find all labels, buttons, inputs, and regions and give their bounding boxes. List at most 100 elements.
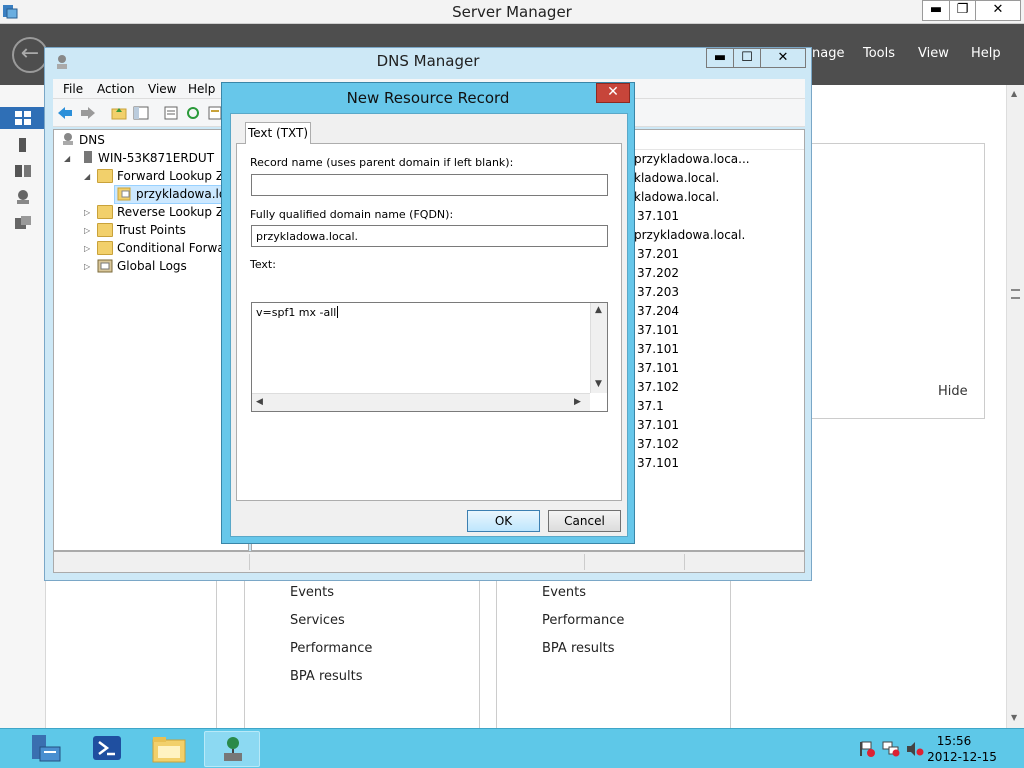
expand-arrow-icon[interactable]: ◢ — [84, 172, 90, 181]
record-value[interactable]: 37.101 — [637, 342, 679, 356]
scroll-up-arrow-icon[interactable]: ▲ — [595, 305, 602, 315]
menu-manage[interactable]: nage — [812, 46, 844, 61]
menu-help[interactable]: Help — [971, 46, 1001, 61]
statusbar-divider — [249, 554, 250, 570]
collapse-arrow-icon[interactable]: ▷ — [84, 208, 90, 217]
dialog-client: Text (TXT) Record name (uses parent doma… — [230, 113, 628, 537]
scroll-thumb[interactable] — [1011, 289, 1020, 299]
tree-item-conditional-forwarders[interactable]: Conditional Forward — [117, 241, 237, 255]
role-tile: Events Performance BPA results — [496, 580, 731, 728]
taskbar-dns-manager[interactable] — [204, 731, 260, 767]
menu-view[interactable]: View — [918, 46, 949, 61]
tile-bpa-link[interactable]: BPA results — [542, 641, 615, 656]
restore-button[interactable]: ❐ — [949, 0, 976, 21]
dns-minimize-button[interactable]: ▬ — [706, 48, 734, 68]
tab-text-txt[interactable]: Text (TXT) — [245, 122, 311, 144]
server-manager-titlebar: Server Manager ▬ ❐ ✕ — [0, 0, 1024, 24]
taskbar-server-manager[interactable] — [18, 731, 74, 767]
scroll-left-arrow-icon[interactable]: ◀ — [256, 397, 263, 407]
record-value[interactable]: przykladowa.loca... — [634, 152, 750, 166]
fqdn-input[interactable] — [251, 225, 608, 247]
cancel-button[interactable]: Cancel — [548, 510, 621, 532]
record-name-input[interactable] — [251, 174, 608, 196]
menu-action[interactable]: Action — [97, 82, 135, 96]
tree-item-trust-points[interactable]: Trust Points — [117, 223, 186, 237]
record-value[interactable]: 37.101 — [637, 323, 679, 337]
back-arrow-icon[interactable] — [57, 105, 73, 121]
network-icon[interactable] — [882, 741, 900, 757]
text-value: v=spf1 mx -all — [256, 306, 337, 319]
clock-date[interactable]: 2012-12-15 — [922, 750, 1002, 764]
tile-performance-link[interactable]: Performance — [290, 641, 372, 656]
record-value[interactable]: 37.101 — [637, 456, 679, 470]
dialog-close-button[interactable]: ✕ — [596, 83, 630, 103]
tree-item-server[interactable]: WIN-53K871ERDUT — [98, 151, 214, 165]
show-hide-tree-icon[interactable] — [133, 105, 149, 121]
dns-role-icon[interactable] — [14, 189, 32, 205]
record-value[interactable]: 37.201 — [637, 247, 679, 261]
back-arrow-icon[interactable]: ← — [12, 37, 48, 73]
scroll-right-arrow-icon[interactable]: ▶ — [574, 397, 581, 407]
menu-help[interactable]: Help — [188, 82, 215, 96]
record-value[interactable]: 37.101 — [637, 418, 679, 432]
sidebar-item-dashboard[interactable] — [0, 107, 46, 129]
menu-view[interactable]: View — [148, 82, 176, 96]
taskbar-powershell[interactable] — [80, 731, 136, 767]
all-servers-icon[interactable] — [14, 163, 32, 179]
folder-icon — [97, 241, 113, 255]
folder-icon — [97, 223, 113, 237]
record-value[interactable]: 37.101 — [637, 361, 679, 375]
dns-maximize-button[interactable]: ☐ — [733, 48, 761, 68]
logs-icon — [97, 259, 113, 273]
forward-arrow-icon[interactable] — [80, 105, 96, 121]
properties-icon[interactable] — [163, 105, 179, 121]
tile-events-link[interactable]: Events — [290, 585, 334, 600]
record-value[interactable]: kladowa.local. — [634, 190, 719, 204]
textarea-horizontal-scrollbar[interactable]: ◀ ▶ — [252, 393, 590, 411]
tile-bpa-link[interactable]: BPA results — [290, 669, 363, 684]
hide-link[interactable]: Hide — [938, 384, 968, 399]
textarea-vertical-scrollbar[interactable]: ▲ ▼ — [590, 303, 607, 393]
scroll-down-arrow-icon[interactable]: ▼ — [595, 379, 602, 389]
collapse-arrow-icon[interactable]: ▷ — [84, 262, 90, 271]
record-value[interactable]: 37.202 — [637, 266, 679, 280]
text-textarea[interactable]: v=spf1 mx -all ▲ ▼ ◀ ▶ — [251, 302, 608, 412]
main-scrollbar[interactable]: ▲ ▼ — [1006, 85, 1024, 728]
clock-time[interactable]: 15:56 — [924, 734, 984, 748]
local-server-icon[interactable] — [14, 137, 32, 153]
file-services-icon[interactable] — [14, 215, 32, 231]
record-value[interactable]: przykladowa.local. — [634, 228, 745, 242]
scroll-up-arrow-icon[interactable]: ▲ — [1011, 89, 1017, 98]
record-value[interactable]: 37.203 — [637, 285, 679, 299]
expand-arrow-icon[interactable]: ◢ — [64, 154, 70, 163]
record-value[interactable]: kladowa.local. — [634, 171, 719, 185]
refresh-icon[interactable] — [185, 105, 201, 121]
up-folder-icon[interactable] — [111, 105, 127, 121]
dns-manager-title: DNS Manager — [376, 52, 480, 70]
record-value[interactable]: 37.101 — [637, 209, 679, 223]
record-value[interactable]: 37.1 — [637, 399, 664, 413]
tree-item-dns[interactable]: DNS — [79, 133, 105, 147]
close-button[interactable]: ✕ — [975, 0, 1021, 21]
minimize-button[interactable]: ▬ — [922, 0, 950, 21]
tile-services-link[interactable]: Services — [290, 613, 345, 628]
ok-button[interactable]: OK — [467, 510, 540, 532]
dns-close-button[interactable]: ✕ — [760, 48, 806, 68]
record-value[interactable]: 37.102 — [637, 437, 679, 451]
tree-item-global-logs[interactable]: Global Logs — [117, 259, 187, 273]
menu-tools[interactable]: Tools — [863, 46, 895, 61]
record-value[interactable]: 37.204 — [637, 304, 679, 318]
powershell-icon — [93, 736, 121, 760]
dialog-title: New Resource Record — [346, 89, 510, 107]
menu-file[interactable]: File — [63, 82, 83, 96]
taskbar-file-explorer[interactable] — [142, 731, 198, 767]
collapse-arrow-icon[interactable]: ▷ — [84, 244, 90, 253]
scroll-down-arrow-icon[interactable]: ▼ — [1011, 713, 1017, 722]
tile-performance-link[interactable]: Performance — [542, 613, 624, 628]
server-manager-icon — [32, 735, 61, 762]
tile-events-link[interactable]: Events — [542, 585, 586, 600]
taskbar: 15:56 2012-12-15 — [0, 728, 1024, 768]
collapse-arrow-icon[interactable]: ▷ — [84, 226, 90, 235]
action-center-flag-icon[interactable] — [858, 741, 876, 757]
record-value[interactable]: 37.102 — [637, 380, 679, 394]
